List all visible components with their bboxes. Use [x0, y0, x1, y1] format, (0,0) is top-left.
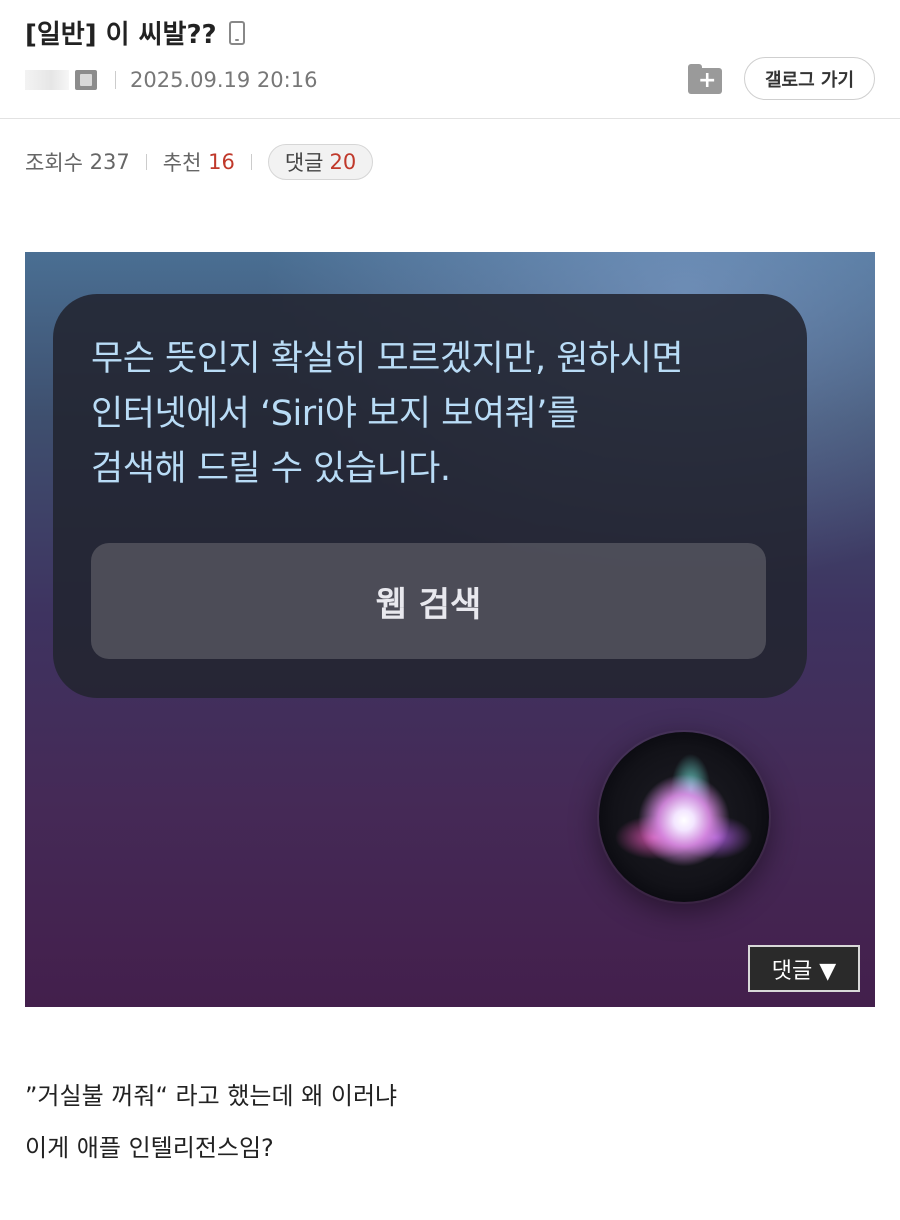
post-body-line: 이게 애플 인텔리전스임?: [25, 1134, 274, 1162]
post-stats: 조회수 237 추천 16 댓글 20: [25, 143, 374, 181]
gallog-button[interactable]: 갤로그 가기: [744, 57, 875, 100]
recommend-label: 추천: [162, 151, 202, 175]
comment-toggle-button[interactable]: 댓글 ▼: [748, 945, 860, 992]
post-datetime: 2025.09.19 20:16: [130, 68, 318, 92]
post-title-text: [일반] 이 씨발??: [25, 20, 217, 50]
comment-label: 댓글: [284, 151, 324, 175]
header-divider: [0, 118, 900, 119]
mobile-phone-icon: [228, 20, 245, 45]
comment-count: 20: [329, 150, 357, 174]
meta-divider: [115, 71, 116, 89]
siri-response-text: 무슨 뜻인지 확실히 모르겠지만, 원하시면 인터넷에서 ‘Siri야 보지 보…: [91, 332, 811, 497]
post-image: 무슨 뜻인지 확실히 모르겠지만, 원하시면 인터넷에서 ‘Siri야 보지 보…: [25, 252, 875, 1007]
post-meta: 2025.09.19 20:16: [25, 62, 317, 98]
web-search-button: 웹 검색: [91, 543, 766, 659]
author-nickname[interactable]: [25, 70, 69, 90]
folder-plus-icon[interactable]: +: [686, 62, 724, 94]
recommend-count: 16: [208, 150, 235, 174]
siri-line: 검색해 드릴 수 있습니다.: [91, 449, 451, 489]
siri-line: 무슨 뜻인지 확실히 모르겠지만, 원하시면: [91, 339, 684, 379]
stats-divider: [145, 154, 147, 170]
views-count: 237: [89, 150, 130, 174]
comment-count-button[interactable]: 댓글 20: [267, 144, 374, 180]
gonick-member-icon: [75, 70, 97, 90]
post-body-line: ”거실불 꺼줘“ 라고 했는데 왜 이러냐: [25, 1082, 398, 1110]
post-body: ”거실불 꺼줘“ 라고 했는데 왜 이러냐 이게 애플 인텔리전스임?: [25, 1070, 397, 1174]
post-page: [일반] 이 씨발?? 2025.09.19 20:16 + 갤로그 가기 조회…: [0, 0, 900, 1220]
siri-orb-icon: [599, 732, 769, 902]
views-label: 조회수: [25, 151, 83, 175]
post-title: [일반] 이 씨발??: [25, 14, 245, 51]
stats-divider: [250, 154, 252, 170]
siri-line: 인터넷에서 ‘Siri야 보지 보여줘’를: [91, 394, 579, 434]
